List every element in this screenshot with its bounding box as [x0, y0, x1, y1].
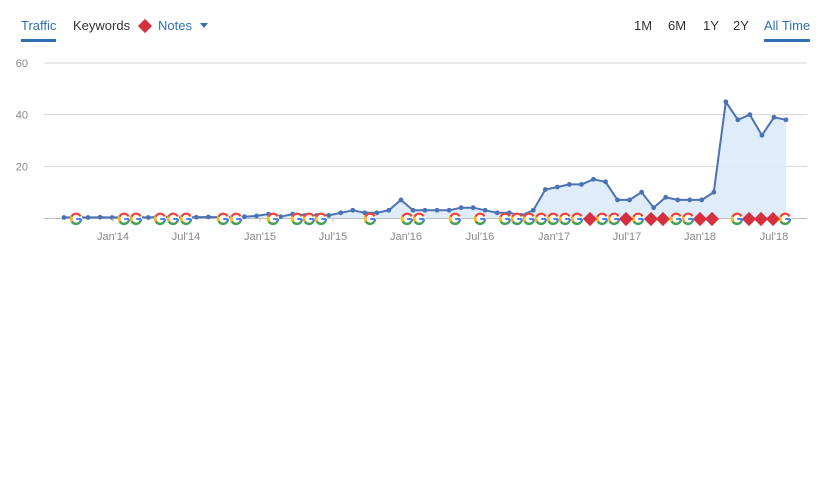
data-point: [603, 179, 608, 185]
data-point: [783, 117, 789, 123]
data-point: [326, 213, 332, 218]
google-update-icon[interactable]: [166, 212, 180, 226]
x-tick-label: Jan'18: [684, 231, 716, 243]
data-point: [374, 210, 380, 216]
data-point: [482, 207, 488, 213]
x-tick-label: Jan'15: [244, 231, 276, 243]
google-update-icon[interactable]: [400, 212, 414, 226]
data-point: [145, 215, 151, 220]
data-point: [398, 197, 404, 203]
data-point: [530, 207, 536, 213]
google-update-icon[interactable]: [534, 212, 548, 226]
data-point: [771, 114, 777, 120]
data-point: [109, 215, 115, 220]
google-update-icon[interactable]: [117, 212, 131, 226]
data-point: [386, 207, 392, 213]
data-point: [747, 112, 753, 118]
data-point: [97, 214, 103, 220]
google-update-icon[interactable]: [498, 212, 512, 226]
y-tick-label: 60: [16, 58, 28, 70]
x-tick-label: Jul'18: [760, 231, 788, 243]
google-update-icon[interactable]: [314, 212, 328, 226]
google-update-icon[interactable]: [69, 212, 83, 226]
google-update-icon[interactable]: [363, 212, 377, 226]
data-point: [651, 205, 657, 211]
data-point: [434, 207, 440, 213]
google-update-icon[interactable]: [510, 212, 524, 226]
x-tick-label: Jul'16: [466, 231, 494, 243]
data-point: [675, 197, 681, 203]
google-update-icon[interactable]: [681, 212, 695, 226]
google-update-icon[interactable]: [473, 212, 487, 226]
google-update-icon[interactable]: [546, 212, 560, 226]
data-point: [579, 182, 584, 187]
data-point: [422, 207, 428, 213]
data-point: [193, 214, 199, 220]
google-update-icon[interactable]: [730, 212, 744, 226]
data-point: [85, 215, 91, 220]
x-tick-label: Jul'14: [172, 231, 200, 243]
data-point: [458, 205, 464, 211]
data-point: [711, 189, 717, 195]
google-update-icon[interactable]: [412, 212, 426, 226]
x-tick-label: Jan'14: [97, 231, 129, 243]
google-update-icon[interactable]: [448, 212, 462, 226]
google-update-icon[interactable]: [153, 212, 167, 226]
data-point: [639, 189, 644, 195]
google-update-icon[interactable]: [595, 212, 609, 226]
data-point: [554, 184, 560, 190]
data-point: [735, 117, 741, 123]
google-update-icon[interactable]: [570, 212, 584, 226]
google-update-icon[interactable]: [179, 212, 193, 226]
data-point: [338, 210, 344, 216]
data-point: [591, 176, 596, 182]
google-update-icon[interactable]: [631, 212, 645, 226]
x-tick-label: Jul'15: [319, 231, 347, 243]
data-point: [254, 213, 259, 219]
data-point: [759, 132, 765, 138]
y-tick-label: 40: [16, 110, 28, 122]
data-point: [410, 207, 416, 213]
data-point: [542, 187, 548, 192]
google-update-icon[interactable]: [778, 212, 792, 226]
data-point: [627, 197, 632, 203]
data-point: [470, 205, 476, 211]
data-point: [687, 197, 693, 203]
x-tick-label: Jan'16: [390, 231, 422, 243]
x-tick-label: Jan'17: [538, 231, 570, 243]
data-point: [567, 182, 572, 187]
data-point: [494, 210, 500, 216]
data-point: [61, 215, 67, 220]
data-point: [615, 197, 620, 203]
data-point: [206, 214, 211, 220]
y-tick-label: 20: [16, 161, 28, 173]
data-point: [242, 214, 247, 220]
traffic-chart: 20 40 60 Jan'14 Jul'14 Jan'15 Jul'15 Jan'16 Jul'…: [16, 58, 807, 243]
google-update-icon[interactable]: [302, 212, 316, 226]
data-point: [663, 194, 669, 200]
google-update-icon[interactable]: [607, 212, 621, 226]
data-point: [350, 207, 356, 213]
data-point: [723, 99, 729, 105]
google-update-icon[interactable]: [669, 212, 683, 226]
google-update-icon[interactable]: [558, 212, 572, 226]
google-update-icon[interactable]: [266, 212, 280, 226]
google-update-icon[interactable]: [522, 212, 536, 226]
google-update-icon[interactable]: [129, 212, 143, 226]
google-update-icon[interactable]: [229, 212, 243, 226]
google-update-icon[interactable]: [216, 212, 230, 226]
x-tick-label: Jul'17: [613, 231, 641, 243]
data-point: [446, 207, 452, 213]
google-update-icon[interactable]: [290, 212, 304, 226]
data-point: [699, 197, 705, 203]
